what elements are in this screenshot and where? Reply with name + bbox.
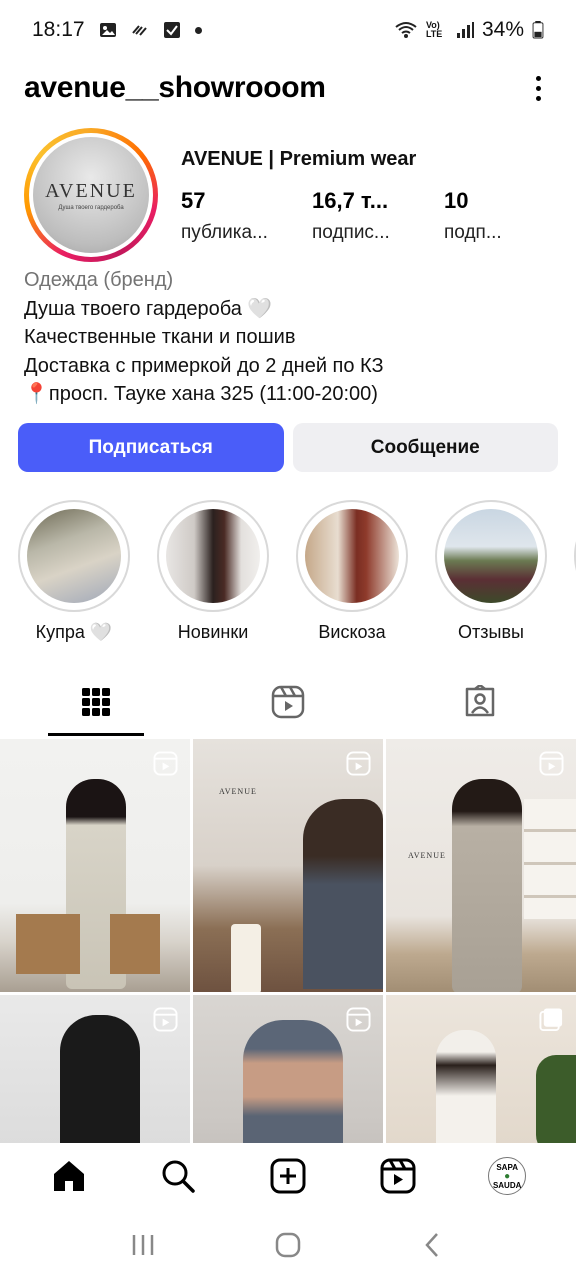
highlight-cover xyxy=(444,509,538,603)
display-name: AVENUE | Premium wear xyxy=(181,148,417,170)
bottom-navigation: SAPA ● SAUDA xyxy=(0,1143,576,1209)
followers-count[interactable]: 16,7 т... подпис... xyxy=(312,188,390,244)
avatar-logo: AVENUE xyxy=(45,179,137,202)
nav-home[interactable] xyxy=(39,1146,99,1206)
tab-tagged[interactable] xyxy=(384,668,576,736)
post-tile[interactable]: AVENUE xyxy=(386,739,576,992)
gallery-icon xyxy=(99,23,116,37)
recent-apps-button[interactable] xyxy=(118,1220,168,1270)
nav-search[interactable] xyxy=(148,1146,208,1206)
highlight-cover xyxy=(27,509,121,603)
more-options-button[interactable] xyxy=(524,68,552,108)
highlight-otzyvy[interactable]: Отзывы xyxy=(435,500,547,643)
story-highlights: Купра 🤍 Новинки Вискоза Отзывы xyxy=(18,500,576,650)
plant xyxy=(536,1055,576,1143)
post-figure xyxy=(452,779,522,992)
post-tile[interactable] xyxy=(0,995,190,1143)
highlight-label: Вискоза xyxy=(318,622,386,642)
status-time: 18:17 xyxy=(32,18,85,41)
battery-percent: 34% xyxy=(481,18,524,41)
highlight-label: Купра 🤍 xyxy=(35,622,113,642)
create-post-icon xyxy=(270,1158,306,1194)
carousel-badge-icon xyxy=(539,1008,563,1032)
tab-posts-grid[interactable] xyxy=(0,668,192,736)
profile-tabs xyxy=(0,668,576,736)
post-figure xyxy=(243,1020,343,1143)
username[interactable]: avenue__showrooom xyxy=(24,71,326,105)
post-tile[interactable]: AVENUE xyxy=(193,739,383,992)
grid-icon xyxy=(82,688,110,716)
reels-icon xyxy=(271,685,305,719)
nav-avatar-text-bottom: SAUDA xyxy=(492,1180,522,1190)
bio-address: 📍просп. Тауке хана 325 (11:00-20:00) xyxy=(24,383,378,405)
profile-avatar[interactable]: AVENUE Душа твоего гардероба xyxy=(33,137,149,253)
reels-badge-icon xyxy=(539,751,564,776)
profile-bio: Одежда (бренд) Душа твоего гардероба 🤍 К… xyxy=(24,266,554,409)
candle xyxy=(231,924,261,992)
battery-icon xyxy=(532,21,544,39)
search-icon xyxy=(162,1160,196,1193)
reels-badge-icon xyxy=(346,751,371,776)
post-tile[interactable] xyxy=(386,995,576,1143)
reels-badge-icon xyxy=(153,1007,178,1032)
post-tile[interactable] xyxy=(0,739,190,992)
home-button[interactable] xyxy=(263,1220,313,1270)
highlight-kupra[interactable]: Купра 🤍 xyxy=(18,500,130,643)
nav-profile[interactable]: SAPA ● SAUDA xyxy=(477,1146,537,1206)
leaf-icon: ● xyxy=(504,1170,511,1182)
system-navigation xyxy=(0,1209,576,1280)
post-brand-text: AVENUE xyxy=(219,787,257,796)
follow-button[interactable]: Подписаться xyxy=(18,423,284,472)
profile-header: avenue__showrooom xyxy=(24,66,552,110)
home-icon xyxy=(53,1161,84,1191)
profile-stats: 57 публика... 16,7 т... подпис... 10 под… xyxy=(181,188,553,248)
message-button[interactable]: Сообщение xyxy=(292,423,558,472)
post-figure xyxy=(303,799,383,989)
home-circle-icon xyxy=(275,1232,301,1257)
more-icon xyxy=(535,75,541,81)
check-box-icon xyxy=(163,22,180,38)
missed-call-icon xyxy=(131,25,147,36)
highlight-cover xyxy=(305,509,399,603)
bio-line: Душа твоего гардероба 🤍 xyxy=(24,297,273,320)
nav-create[interactable] xyxy=(258,1146,318,1206)
nav-reels[interactable] xyxy=(368,1146,428,1206)
post-figure xyxy=(60,1015,140,1143)
story-ring[interactable]: AVENUE Душа твоего гардероба xyxy=(24,128,158,262)
posts-grid: AVENUE AVENUE xyxy=(0,739,576,1143)
recent-apps-icon xyxy=(132,1234,153,1255)
highlight-viskoza[interactable]: Вискоза xyxy=(296,500,408,643)
wifi-icon xyxy=(395,22,417,38)
status-bar: 18:17 Vo) LTE 34% xyxy=(0,0,576,60)
tagged-icon xyxy=(465,685,495,717)
bio-line: Качественные ткани и пошив xyxy=(24,326,296,348)
lte-label: Vo) LTE xyxy=(425,20,443,39)
following-count[interactable]: 10 подп... xyxy=(444,188,502,244)
highlight-novinki[interactable]: Новинки xyxy=(157,500,269,643)
reels-badge-icon xyxy=(346,1007,371,1032)
reels-icon xyxy=(380,1158,416,1194)
tab-reels[interactable] xyxy=(192,668,384,736)
profile-avatar-small: SAPA ● SAUDA xyxy=(488,1157,527,1195)
signal-icon xyxy=(456,22,474,38)
post-brand-text: AVENUE xyxy=(408,851,446,860)
reels-badge-icon xyxy=(153,751,178,776)
post-tile[interactable] xyxy=(193,995,383,1143)
highlight-cover xyxy=(166,509,260,603)
avatar-tagline: Душа твоего гардероба xyxy=(58,204,124,211)
posts-count[interactable]: 57 публика... xyxy=(181,188,268,244)
bio-line: Доставка с примеркой до 2 дней по КЗ xyxy=(24,354,384,377)
post-figure xyxy=(436,1030,496,1143)
highlight-label: Отзывы xyxy=(458,622,524,642)
profile-actions: Подписаться Сообщение xyxy=(18,423,558,472)
back-chevron-icon xyxy=(425,1232,439,1257)
profile-category: Одежда (бренд) xyxy=(24,269,174,291)
notification-dot-icon xyxy=(194,26,202,34)
back-button[interactable] xyxy=(408,1220,458,1270)
highlight-label: Новинки xyxy=(177,622,249,642)
